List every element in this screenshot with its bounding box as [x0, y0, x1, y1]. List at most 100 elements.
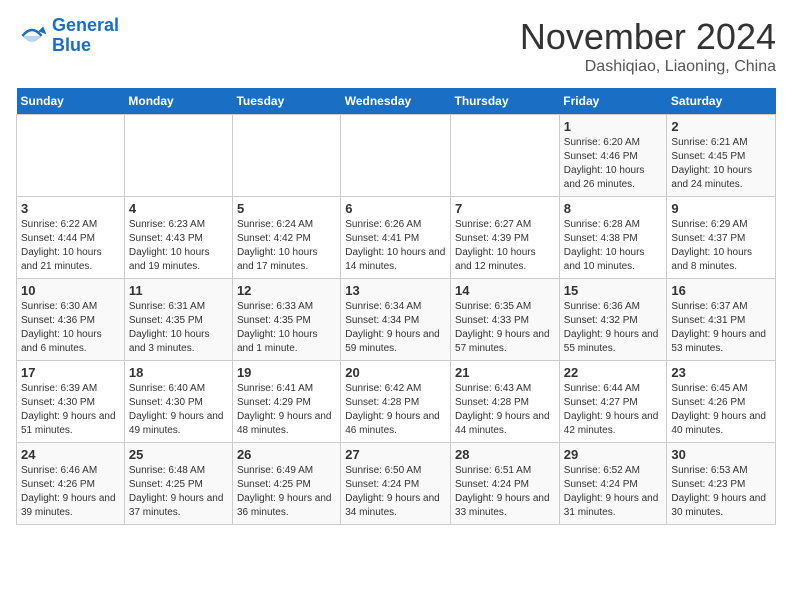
day-info: Sunrise: 6:33 AM Sunset: 4:35 PM Dayligh…	[237, 300, 336, 356]
day-number: 21	[455, 365, 555, 380]
calendar-cell: 29 Sunrise: 6:52 AM Sunset: 4:24 PM Dayli…	[559, 443, 667, 525]
calendar-cell: 7Sunrise: 6:27 AM Sunset: 4:39 PM Daylig…	[451, 197, 560, 279]
day-info: Sunrise: 6:28 AM Sunset: 4:38 PM Dayligh…	[564, 218, 663, 274]
day-number: 25	[129, 447, 228, 462]
day-info: Sunrise: 6:27 AM Sunset: 4:39 PM Dayligh…	[455, 218, 555, 274]
calendar-table: SundayMondayTuesdayWednesdayThursdayFrid…	[16, 88, 776, 525]
day-info: Sunrise: 6:31 AM Sunset: 4:35 PM Dayligh…	[129, 300, 228, 356]
calendar-cell: 5 Sunrise: 6:24 AM Sunset: 4:42 PM Daylig…	[232, 197, 340, 279]
calendar-cell	[232, 115, 340, 197]
day-number: 23	[671, 365, 771, 380]
day-number: 27	[345, 447, 446, 462]
day-info: Sunrise: 6:29 AM Sunset: 4:37 PM Dayligh…	[671, 218, 771, 274]
day-info: Sunrise: 6:49 AM Sunset: 4:25 PM Dayligh…	[237, 464, 336, 520]
month-title: November 2024	[520, 16, 776, 58]
day-number: 28	[455, 447, 555, 462]
calendar-cell: 23 Sunrise: 6:45 AM Sunset: 4:26 PM Dayli…	[667, 361, 776, 443]
day-info: Sunrise: 6:50 AM Sunset: 4:24 PM Dayligh…	[345, 464, 446, 520]
day-info: Sunrise: 6:21 AM Sunset: 4:45 PM Dayligh…	[671, 136, 771, 192]
day-number: 1	[564, 119, 663, 134]
day-number: 12	[237, 283, 336, 298]
day-info: Sunrise: 6:34 AM Sunset: 4:34 PM Dayligh…	[345, 300, 446, 356]
day-number: 2	[671, 119, 771, 134]
calendar-cell: 13 Sunrise: 6:34 AM Sunset: 4:34 PM Dayli…	[341, 279, 451, 361]
day-number: 20	[345, 365, 446, 380]
day-number: 24	[21, 447, 120, 462]
day-number: 19	[237, 365, 336, 380]
calendar-cell	[451, 115, 560, 197]
day-number: 8	[564, 201, 663, 216]
day-info: Sunrise: 6:40 AM Sunset: 4:30 PM Dayligh…	[129, 382, 228, 438]
calendar-week-2: 3 Sunrise: 6:22 AM Sunset: 4:44 PM Daylig…	[17, 197, 776, 279]
calendar-cell: 14 Sunrise: 6:35 AM Sunset: 4:33 PM Dayli…	[451, 279, 560, 361]
day-info: Sunrise: 6:37 AM Sunset: 4:31 PM Dayligh…	[671, 300, 771, 356]
calendar-cell: 28 Sunrise: 6:51 AM Sunset: 4:24 PM Dayli…	[451, 443, 560, 525]
day-info: Sunrise: 6:36 AM Sunset: 4:32 PM Dayligh…	[564, 300, 663, 356]
logo: General Blue	[16, 16, 119, 56]
day-number: 15	[564, 283, 663, 298]
day-number: 14	[455, 283, 555, 298]
day-number: 4	[129, 201, 228, 216]
calendar-cell: 8 Sunrise: 6:28 AM Sunset: 4:38 PM Daylig…	[559, 197, 667, 279]
calendar-cell: 1 Sunrise: 6:20 AM Sunset: 4:46 PM Daylig…	[559, 115, 667, 197]
calendar-cell	[124, 115, 232, 197]
calendar-week-5: 24 Sunrise: 6:46 AM Sunset: 4:26 PM Dayli…	[17, 443, 776, 525]
day-number: 22	[564, 365, 663, 380]
day-info: Sunrise: 6:41 AM Sunset: 4:29 PM Dayligh…	[237, 382, 336, 438]
day-number: 29	[564, 447, 663, 462]
day-info: Sunrise: 6:35 AM Sunset: 4:33 PM Dayligh…	[455, 300, 555, 356]
day-number: 11	[129, 283, 228, 298]
location: Dashiqiao, Liaoning, China	[520, 58, 776, 76]
day-info: Sunrise: 6:48 AM Sunset: 4:25 PM Dayligh…	[129, 464, 228, 520]
weekday-header-sunday: Sunday	[17, 88, 125, 115]
day-info: Sunrise: 6:30 AM Sunset: 4:36 PM Dayligh…	[21, 300, 120, 356]
day-number: 26	[237, 447, 336, 462]
day-info: Sunrise: 6:51 AM Sunset: 4:24 PM Dayligh…	[455, 464, 555, 520]
day-number: 30	[671, 447, 771, 462]
day-info: Sunrise: 6:22 AM Sunset: 4:44 PM Dayligh…	[21, 218, 120, 274]
logo-icon	[16, 20, 48, 52]
day-number: 9	[671, 201, 771, 216]
calendar-cell: 18 Sunrise: 6:40 AM Sunset: 4:30 PM Dayli…	[124, 361, 232, 443]
day-info: Sunrise: 6:44 AM Sunset: 4:27 PM Dayligh…	[564, 382, 663, 438]
title-block: November 2024 Dashiqiao, Liaoning, China	[520, 16, 776, 76]
day-info: Sunrise: 6:20 AM Sunset: 4:46 PM Dayligh…	[564, 136, 663, 192]
day-number: 18	[129, 365, 228, 380]
calendar-week-3: 10 Sunrise: 6:30 AM Sunset: 4:36 PM Dayli…	[17, 279, 776, 361]
calendar-cell	[17, 115, 125, 197]
logo-line1: General	[52, 15, 119, 35]
day-info: Sunrise: 6:26 AM Sunset: 4:41 PM Dayligh…	[345, 218, 446, 274]
weekday-header-thursday: Thursday	[451, 88, 560, 115]
day-number: 3	[21, 201, 120, 216]
day-number: 10	[21, 283, 120, 298]
calendar-cell: 25 Sunrise: 6:48 AM Sunset: 4:25 PM Dayli…	[124, 443, 232, 525]
weekday-header-wednesday: Wednesday	[341, 88, 451, 115]
calendar-cell: 24 Sunrise: 6:46 AM Sunset: 4:26 PM Dayli…	[17, 443, 125, 525]
calendar-cell: 10 Sunrise: 6:30 AM Sunset: 4:36 PM Dayli…	[17, 279, 125, 361]
calendar-cell: 11 Sunrise: 6:31 AM Sunset: 4:35 PM Dayli…	[124, 279, 232, 361]
calendar-cell: 19 Sunrise: 6:41 AM Sunset: 4:29 PM Dayli…	[232, 361, 340, 443]
day-info: Sunrise: 6:46 AM Sunset: 4:26 PM Dayligh…	[21, 464, 120, 520]
calendar-cell: 15 Sunrise: 6:36 AM Sunset: 4:32 PM Dayli…	[559, 279, 667, 361]
calendar-cell: 16 Sunrise: 6:37 AM Sunset: 4:31 PM Dayli…	[667, 279, 776, 361]
day-info: Sunrise: 6:53 AM Sunset: 4:23 PM Dayligh…	[671, 464, 771, 520]
day-number: 13	[345, 283, 446, 298]
day-info: Sunrise: 6:52 AM Sunset: 4:24 PM Dayligh…	[564, 464, 663, 520]
day-info: Sunrise: 6:45 AM Sunset: 4:26 PM Dayligh…	[671, 382, 771, 438]
calendar-cell: 9 Sunrise: 6:29 AM Sunset: 4:37 PM Daylig…	[667, 197, 776, 279]
day-number: 16	[671, 283, 771, 298]
calendar-cell: 3 Sunrise: 6:22 AM Sunset: 4:44 PM Daylig…	[17, 197, 125, 279]
calendar-cell	[341, 115, 451, 197]
day-info: Sunrise: 6:39 AM Sunset: 4:30 PM Dayligh…	[21, 382, 120, 438]
calendar-cell: 6Sunrise: 6:26 AM Sunset: 4:41 PM Daylig…	[341, 197, 451, 279]
weekday-header-row: SundayMondayTuesdayWednesdayThursdayFrid…	[17, 88, 776, 115]
day-info: Sunrise: 6:23 AM Sunset: 4:43 PM Dayligh…	[129, 218, 228, 274]
calendar-cell: 22 Sunrise: 6:44 AM Sunset: 4:27 PM Dayli…	[559, 361, 667, 443]
day-info: Sunrise: 6:24 AM Sunset: 4:42 PM Dayligh…	[237, 218, 336, 274]
calendar-cell: 21Sunrise: 6:43 AM Sunset: 4:28 PM Dayli…	[451, 361, 560, 443]
weekday-header-saturday: Saturday	[667, 88, 776, 115]
day-number: 5	[237, 201, 336, 216]
calendar-cell: 30 Sunrise: 6:53 AM Sunset: 4:23 PM Dayli…	[667, 443, 776, 525]
weekday-header-friday: Friday	[559, 88, 667, 115]
calendar-cell: 4 Sunrise: 6:23 AM Sunset: 4:43 PM Daylig…	[124, 197, 232, 279]
